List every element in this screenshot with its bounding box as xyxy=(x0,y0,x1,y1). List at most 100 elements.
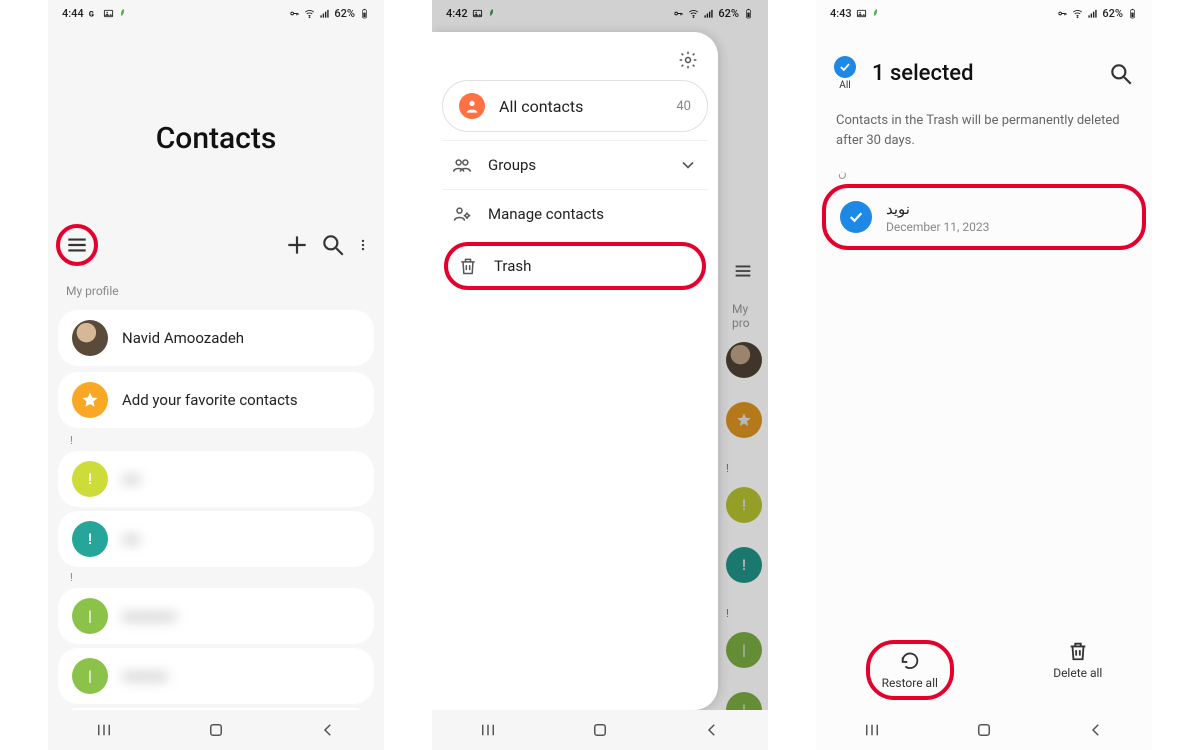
trash-contact-row[interactable]: نوید December 11, 2023 xyxy=(830,192,1138,242)
drawer-groups[interactable]: Groups xyxy=(442,140,708,189)
avatar xyxy=(726,342,762,378)
home-icon[interactable] xyxy=(207,721,225,739)
delete-label: Delete all xyxy=(1053,666,1102,680)
avatar: ! xyxy=(726,487,762,523)
selected-count-title: 1 selected xyxy=(872,61,1092,86)
delete-all-button[interactable]: Delete all xyxy=(1053,640,1102,700)
toolbar xyxy=(48,216,384,274)
status-bar: 4:43 62% xyxy=(816,0,1152,26)
signal-icon xyxy=(319,8,330,19)
screen-drawer: 4:42 62% My pro ! ! ! ! | | xyxy=(432,0,768,750)
status-battery: 62% xyxy=(334,7,355,20)
groups-label: Groups xyxy=(488,156,662,174)
home-icon[interactable] xyxy=(975,721,993,739)
check-icon xyxy=(840,201,872,233)
leaf-icon xyxy=(118,8,129,19)
home-icon[interactable] xyxy=(591,721,609,739)
hamburger-highlight xyxy=(56,224,98,266)
add-icon[interactable] xyxy=(284,232,310,258)
manage-label: Manage contacts xyxy=(488,205,698,223)
trash-icon xyxy=(458,256,478,276)
trash-highlight: Trash xyxy=(444,242,706,290)
restore-all-button[interactable]: Restore all xyxy=(882,650,938,690)
drawer-trash[interactable]: Trash xyxy=(448,246,702,286)
android-navbar xyxy=(432,710,768,750)
android-navbar xyxy=(816,710,1152,750)
contact-name: ■■ xyxy=(122,470,140,488)
drawer-manage[interactable]: Manage contacts xyxy=(442,189,708,238)
svg-text:G: G xyxy=(89,9,94,18)
back-icon[interactable] xyxy=(319,721,337,739)
status-time: 4:42 xyxy=(446,7,468,20)
select-all-label: All xyxy=(839,80,850,91)
more-icon[interactable] xyxy=(356,232,370,258)
leaf-icon xyxy=(871,8,882,19)
recents-icon[interactable] xyxy=(479,721,497,739)
index-letter: ن xyxy=(816,166,1152,180)
list-item[interactable]: !■■ xyxy=(58,451,374,507)
avatar: | xyxy=(72,658,108,694)
trash-label: Trash xyxy=(494,257,692,275)
profile-name: Navid Amoozadeh xyxy=(122,329,244,347)
manage-icon xyxy=(452,204,472,224)
gear-icon[interactable] xyxy=(678,50,698,70)
list-item[interactable]: ! ■■ xyxy=(58,511,374,567)
status-battery: 62% xyxy=(1102,7,1123,20)
star-icon xyxy=(72,382,108,418)
g-icon: G xyxy=(88,8,99,19)
status-time: 4:43 xyxy=(830,7,852,20)
list-item[interactable]: |■■■■■ xyxy=(58,648,374,704)
star-icon xyxy=(726,402,762,438)
person-icon xyxy=(459,93,485,119)
contact-name: ■■ xyxy=(122,530,140,548)
android-navbar xyxy=(48,710,384,750)
recents-icon[interactable] xyxy=(95,721,113,739)
avatar: | xyxy=(72,598,108,634)
avatar: ! xyxy=(72,521,108,557)
trash-icon xyxy=(1067,640,1089,662)
my-profile-label: My profile xyxy=(48,274,384,304)
restore-highlight: Restore all xyxy=(866,640,954,700)
drawer-all-contacts[interactable]: All contacts 40 xyxy=(442,80,708,132)
battery-icon xyxy=(1127,8,1138,19)
back-icon[interactable] xyxy=(703,721,721,739)
restore-label: Restore all xyxy=(882,676,938,690)
my-profile-row[interactable]: Navid Amoozadeh xyxy=(58,310,374,366)
favorites-label: Add your favorite contacts xyxy=(122,391,298,409)
page-title-area: Contacts xyxy=(48,26,384,216)
groups-icon xyxy=(452,155,472,175)
image-icon xyxy=(103,8,114,19)
search-icon[interactable] xyxy=(320,232,346,258)
status-time: 4:44 xyxy=(62,7,84,20)
wifi-icon xyxy=(1072,8,1083,19)
menu-icon[interactable] xyxy=(64,232,90,258)
status-bar: 4:44 G 62% xyxy=(48,0,384,26)
all-contacts-count: 40 xyxy=(676,99,691,114)
restore-icon xyxy=(899,650,921,672)
vpn-icon xyxy=(673,8,684,19)
wifi-icon xyxy=(688,8,699,19)
navigation-drawer: All contacts 40 Groups Manage contacts T… xyxy=(432,32,718,710)
all-contacts-label: All contacts xyxy=(499,97,662,116)
avatar: ! xyxy=(726,547,762,583)
index-letter: ! xyxy=(726,607,768,620)
contact-name: ■■■■■■ xyxy=(122,607,176,625)
page-title: Contacts xyxy=(48,121,384,156)
recents-icon[interactable] xyxy=(863,721,881,739)
image-icon xyxy=(856,8,867,19)
leaf-icon xyxy=(487,8,498,19)
index-letter: ! xyxy=(48,571,384,584)
selection-header: All 1 selected xyxy=(816,26,1152,101)
image-icon xyxy=(472,8,483,19)
contact-name: نوید xyxy=(886,200,989,220)
signal-icon xyxy=(1087,8,1098,19)
screen-contacts: 4:44 G 62% Contacts My profile Navid Amo… xyxy=(48,0,384,750)
back-icon[interactable] xyxy=(1087,721,1105,739)
bottom-actions: Restore all Delete all xyxy=(816,626,1152,710)
search-icon[interactable] xyxy=(1108,61,1134,87)
avatar: | xyxy=(726,632,762,668)
list-item[interactable]: | ■■■■■■ xyxy=(58,588,374,644)
select-all-button[interactable]: All xyxy=(834,56,856,91)
favorites-row[interactable]: Add your favorite contacts xyxy=(58,372,374,428)
check-icon xyxy=(834,56,856,78)
